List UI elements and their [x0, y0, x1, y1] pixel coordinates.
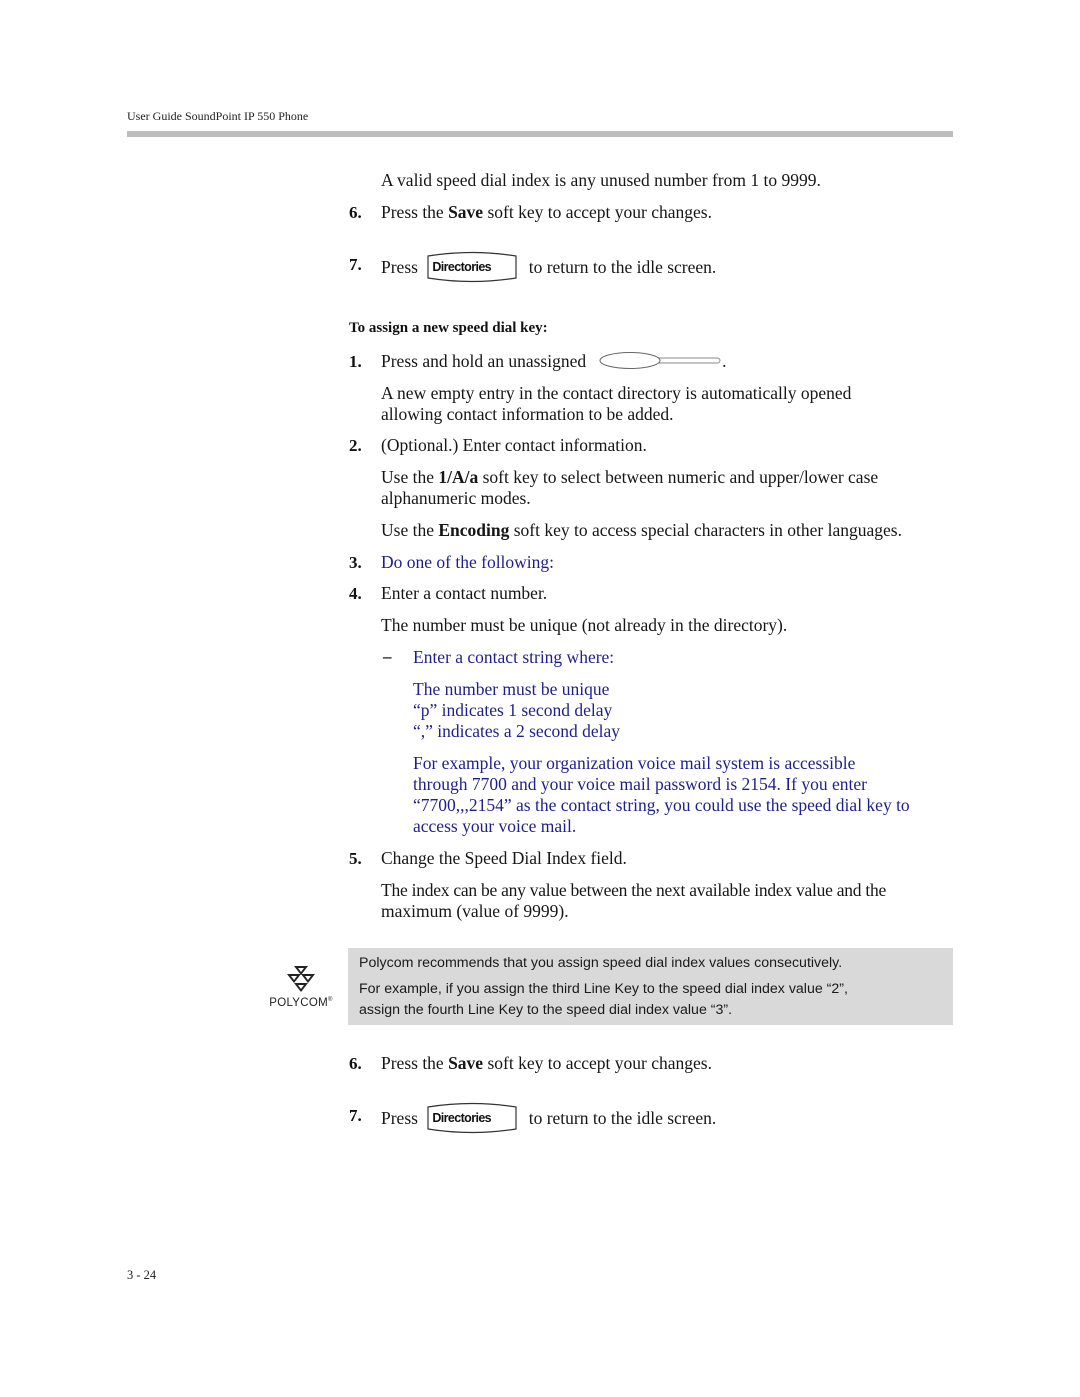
note-text: Polycom recommends that you assign speed… [359, 955, 843, 971]
step-number: 5. [349, 849, 362, 868]
step-description: The number must be unique (not already i… [381, 615, 788, 635]
step-number: 7. [349, 1106, 362, 1125]
step-text: Change the Speed Dial Index field. [381, 848, 627, 868]
header-rule [127, 131, 953, 137]
save-softkey-label: Save [448, 202, 484, 222]
step-description: maximum (value of 9999). [381, 901, 569, 921]
softkey-label: Encoding [438, 520, 510, 540]
step-description: Use the Encoding soft key to access spec… [381, 520, 902, 540]
step-number: 7. [349, 255, 362, 274]
example-line: For example, your organization voice mai… [413, 753, 856, 773]
speed-dial-index-note: A valid speed dial index is any unused n… [381, 170, 821, 190]
step-text: Press and hold an unassigned. [381, 351, 727, 374]
step-number: 6. [349, 203, 362, 222]
page-number: 3 - 24 [127, 1268, 157, 1282]
running-header: User Guide SoundPoint IP 550 Phone [127, 109, 309, 123]
step-number: 3. [349, 553, 362, 572]
polycom-logo: POLYCOM® [268, 966, 334, 1009]
step-number: 2. [349, 436, 362, 455]
step-description: The index can be any value between the n… [381, 880, 887, 900]
step-description: Use the 1/A/a soft key to select between… [381, 467, 879, 487]
procedure-heading: To assign a new speed dial key: [349, 320, 548, 336]
directories-key-icon: Directories [426, 250, 518, 283]
directories-key-icon: Directories [426, 1101, 518, 1134]
step-text: Press Directories to return to the idle … [381, 251, 716, 284]
step-description: allowing contact information to be added… [381, 404, 674, 424]
softkey-label: 1/A/a [438, 467, 479, 487]
step-description: alphanumeric modes. [381, 488, 531, 508]
step-number: 6. [349, 1054, 362, 1073]
example-line: access your voice mail. [413, 816, 577, 836]
step-text: Press Directories to return to the idle … [381, 1102, 716, 1135]
step-description: A new empty entry in the contact directo… [381, 383, 852, 403]
step-number: 4. [349, 584, 362, 603]
example-line: “7700,,,2154” as the contact string, you… [413, 795, 910, 815]
bullet-text[interactable]: Enter a contact string where: [413, 647, 614, 668]
step-number: 1. [349, 352, 362, 371]
rule-line: “p” indicates 1 second delay [413, 700, 613, 720]
rule-line: “,” indicates a 2 second delay [413, 721, 620, 741]
rule-line: The number must be unique [413, 679, 610, 699]
step-text: Press the Save soft key to accept your c… [381, 202, 712, 222]
step-text: (Optional.) Enter contact information. [381, 435, 647, 455]
note-text: For example, if you assign the third Lin… [359, 981, 848, 1018]
bullet-dash: – [383, 647, 392, 666]
step-text: Enter a contact number. [381, 583, 548, 603]
note-box: Polycom recommends that you assign speed… [348, 948, 953, 1025]
polycom-logo-icon [287, 966, 315, 992]
step-text-link[interactable]: Do one of the following: [381, 552, 554, 573]
example-line: through 7700 and your voice mail passwor… [413, 774, 867, 794]
save-softkey-label: Save [448, 1053, 484, 1073]
step-text: Press the Save soft key to accept your c… [381, 1053, 712, 1073]
line-key-icon [598, 351, 722, 374]
